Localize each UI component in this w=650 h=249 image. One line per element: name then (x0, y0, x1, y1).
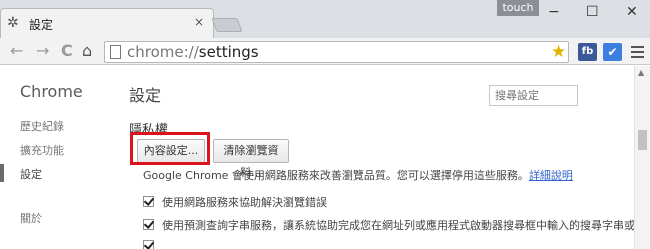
bookmark-star-icon[interactable]: ★ (551, 42, 566, 62)
forward-arrow-icon[interactable]: → (36, 42, 49, 60)
checkmark-extension-icon[interactable]: ✔ (603, 43, 622, 61)
scrollbar[interactable]: ▲ (634, 66, 650, 249)
privacy-info: Google Chrome 會使用網路服務來改善瀏覽品質。您可以選擇停用這些服務… (143, 169, 573, 182)
navigation-errors-checkbox[interactable] (143, 196, 154, 207)
sidebar-brand: Chrome (20, 82, 83, 101)
learn-more-link[interactable]: 詳細說明 (529, 169, 573, 182)
page-title: 設定 (129, 86, 162, 105)
address-bar[interactable]: chrome://settings ★ (104, 41, 569, 63)
home-icon[interactable]: ⌂ (82, 42, 92, 60)
new-tab-button[interactable] (211, 18, 243, 32)
gear-icon: ✲ (7, 15, 19, 31)
reload-icon[interactable]: C (61, 42, 73, 60)
checkbox-row-partial[interactable] (143, 240, 162, 249)
minimize-button[interactable]: − (548, 2, 560, 22)
clear-browsing-data-button[interactable]: 清除瀏覽資料... (213, 139, 289, 179)
url-text: chrome://settings (127, 43, 259, 61)
sidebar-item-about[interactable]: 關於 (20, 210, 42, 226)
sidebar-item-settings[interactable]: 設定 (20, 166, 42, 182)
scroll-thumb[interactable] (638, 130, 647, 150)
partial-checkbox[interactable] (143, 240, 154, 249)
close-window-button[interactable]: ✕ (626, 2, 638, 22)
sidebar: Chrome 歷史紀錄 擴充功能 設定 關於 (0, 66, 120, 249)
active-indicator (0, 164, 4, 182)
tab-close-icon[interactable]: × (194, 15, 204, 29)
highlight-box (130, 132, 210, 165)
page-icon (110, 45, 121, 59)
touch-badge: touch (497, 0, 539, 16)
toolbar: ← → C ⌂ chrome://settings ★ fb ✔ (0, 38, 650, 65)
prediction-checkbox[interactable] (143, 219, 154, 230)
facebook-extension-icon[interactable]: fb (578, 43, 597, 61)
tab-settings[interactable]: ✲ 設定 × (0, 8, 214, 38)
menu-icon[interactable] (631, 43, 644, 60)
back-arrow-icon[interactable]: ← (10, 42, 23, 60)
checkbox-row-prediction[interactable]: 使用預測查詢字串服務，讓系統協助完成您在網址列或應用程式啟動器搜尋框中輸入的搜尋… (143, 217, 650, 233)
title-bar: ✲ 設定 × touch − ☐ ✕ (0, 0, 650, 38)
search-settings-input[interactable] (489, 85, 578, 106)
tab-title: 設定 (29, 18, 54, 32)
sidebar-item-extensions[interactable]: 擴充功能 (20, 142, 64, 158)
checkbox-row-navigation-errors[interactable]: 使用網路服務來協助解決瀏覽錯誤 (143, 194, 327, 210)
maximize-button[interactable]: ☐ (586, 2, 599, 22)
sidebar-item-history[interactable]: 歷史紀錄 (20, 118, 64, 134)
scroll-up-icon[interactable]: ▲ (638, 68, 644, 77)
